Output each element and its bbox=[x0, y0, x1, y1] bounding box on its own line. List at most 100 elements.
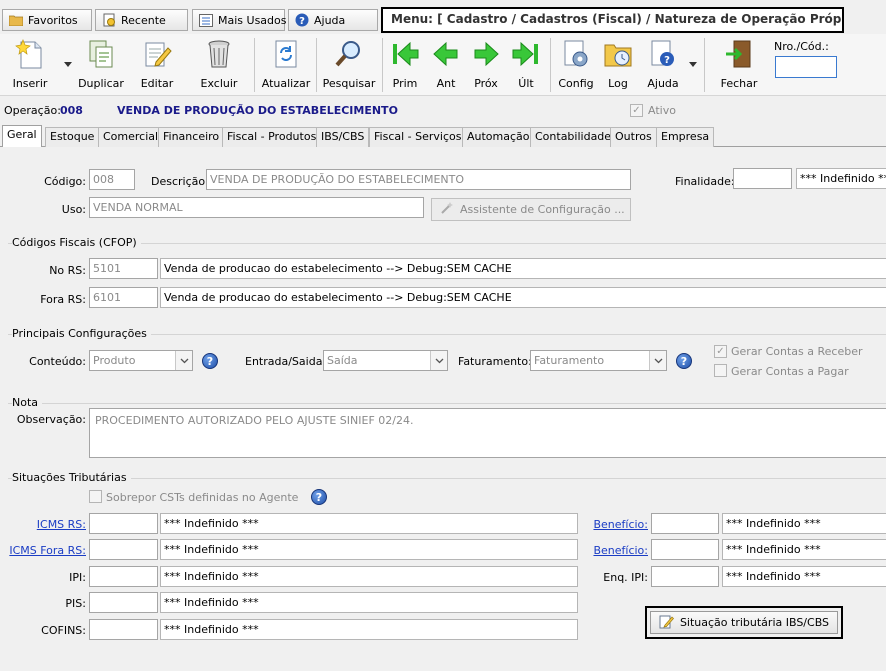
log-button[interactable]: Log bbox=[600, 36, 636, 94]
pesquisar-button[interactable]: Pesquisar bbox=[322, 36, 376, 94]
assistente-config-button[interactable]: Assistente de Configuração ... bbox=[431, 198, 631, 221]
fora-rs-desc: Venda de producao do estabelecimento -->… bbox=[160, 287, 886, 308]
refresh-icon bbox=[269, 37, 303, 71]
gerar-pagar-label: Gerar Contas a Pagar bbox=[731, 365, 849, 378]
codigo-field[interactable]: 008 bbox=[89, 169, 135, 190]
ajuda-dropdown-icon[interactable] bbox=[689, 62, 697, 67]
ativo-checkbox[interactable]: ✓ bbox=[630, 104, 643, 117]
faturamento-label: Faturamento: bbox=[458, 355, 532, 368]
favoritos-button[interactable]: Favoritos bbox=[2, 9, 92, 31]
conteudo-help-icon[interactable]: ? bbox=[202, 353, 218, 369]
beneficio-rs-field[interactable] bbox=[651, 513, 719, 534]
tab-contabilidade[interactable]: Contabilidade bbox=[530, 127, 617, 147]
config-group-title: Principais Configurações bbox=[12, 327, 151, 340]
sobrepor-checkbox[interactable] bbox=[89, 490, 102, 503]
operacao-name: VENDA DE PRODUÇÃO DO ESTABELECIMENTO bbox=[117, 104, 398, 117]
geral-panel: Código: 008 Descrição: VENDA DE PRODUÇÃO… bbox=[0, 147, 886, 671]
nro-cod-input[interactable] bbox=[775, 56, 837, 78]
toolbar-separator bbox=[550, 38, 551, 92]
editar-button[interactable]: Editar bbox=[132, 36, 182, 94]
icms-fora-rs-link[interactable]: ICMS Fora RS: bbox=[0, 544, 86, 557]
tab-estoque[interactable]: Estoque bbox=[45, 127, 100, 147]
descricao-label: Descrição: bbox=[151, 175, 209, 188]
tab-financeiro[interactable]: Financeiro bbox=[158, 127, 225, 147]
inserir-button[interactable]: Inserir bbox=[4, 36, 56, 94]
svg-text:?: ? bbox=[299, 16, 305, 27]
ajuda-top-button[interactable]: ? Ajuda bbox=[288, 9, 378, 31]
duplicar-button[interactable]: Duplicar bbox=[76, 36, 126, 94]
conteudo-select[interactable]: Produto bbox=[89, 350, 193, 371]
ult-button[interactable]: Últ bbox=[507, 36, 545, 94]
recente-button[interactable]: Recente bbox=[95, 9, 188, 31]
menu-path: Menu: [ Cadastro / Cadastros (Fiscal) / … bbox=[381, 7, 844, 33]
fora-rs-code[interactable]: 6101 bbox=[89, 287, 158, 308]
cofins-field[interactable] bbox=[89, 619, 158, 640]
prim-button[interactable]: Prim bbox=[386, 36, 424, 94]
tab-bar: Geral Estoque Comercial Financeiro Fisca… bbox=[0, 125, 886, 148]
gerar-receber-label: Gerar Contas a Receber bbox=[731, 345, 863, 358]
descricao-field[interactable]: VENDA DE PRODUÇÃO DO ESTABELECIMENTO bbox=[206, 169, 631, 190]
tab-geral[interactable]: Geral bbox=[2, 125, 42, 148]
observacao-label: Observação: bbox=[16, 413, 86, 426]
enq-ipi-field[interactable] bbox=[651, 566, 719, 587]
svg-text:?: ? bbox=[664, 55, 670, 66]
gerar-receber-checkbox[interactable]: ✓ bbox=[714, 345, 727, 358]
wizard-icon bbox=[440, 201, 454, 218]
new-document-icon bbox=[13, 37, 47, 71]
observacao-field[interactable]: PROCEDIMENTO AUTORIZADO PELO AJUSTE SINI… bbox=[89, 408, 886, 458]
ipi-field[interactable] bbox=[89, 566, 158, 587]
chevron-down-icon bbox=[175, 351, 192, 370]
toolbar-separator bbox=[254, 38, 255, 92]
beneficio-rs-link[interactable]: Benefício: bbox=[560, 518, 648, 531]
config-button[interactable]: Config bbox=[555, 36, 597, 94]
uso-field[interactable]: VENDA NORMAL bbox=[89, 197, 424, 218]
beneficio-fora-link[interactable]: Benefício: bbox=[560, 544, 648, 557]
tab-outros[interactable]: Outros bbox=[610, 127, 657, 147]
icms-rs-desc: *** Indefinido *** bbox=[160, 513, 578, 534]
atualizar-button[interactable]: Atualizar bbox=[260, 36, 312, 94]
nro-cod-label: Nro./Cód.: bbox=[774, 40, 829, 53]
operacao-label: Operação: bbox=[4, 104, 61, 117]
finalidade-field[interactable] bbox=[733, 168, 792, 189]
tab-comercial[interactable]: Comercial bbox=[98, 127, 164, 147]
icms-fora-rs-field[interactable] bbox=[89, 539, 158, 560]
ajuda-button[interactable]: ? Ajuda bbox=[642, 36, 684, 94]
mais-usados-button[interactable]: Mais Usados bbox=[192, 9, 286, 31]
pis-label: PIS: bbox=[65, 597, 86, 610]
tab-automacao[interactable]: Automação bbox=[462, 127, 535, 147]
tab-empresa[interactable]: Empresa bbox=[656, 127, 715, 147]
sobrepor-help-icon[interactable]: ? bbox=[311, 489, 327, 505]
exit-door-icon bbox=[722, 37, 756, 71]
icms-rs-link[interactable]: ICMS RS: bbox=[0, 518, 86, 531]
tab-ibs-cbs[interactable]: IBS/CBS bbox=[316, 127, 370, 147]
inserir-dropdown-icon[interactable] bbox=[64, 62, 72, 67]
fechar-button[interactable]: Fechar bbox=[714, 36, 764, 94]
icms-rs-field[interactable] bbox=[89, 513, 158, 534]
first-record-icon bbox=[388, 37, 422, 71]
entrada-saida-label: Entrada/Saida: bbox=[245, 355, 327, 368]
finalidade-desc: *** Indefinido ** bbox=[796, 168, 886, 189]
enq-ipi-desc: *** Indefinido *** bbox=[722, 566, 886, 587]
prox-button[interactable]: Próx bbox=[467, 36, 505, 94]
no-rs-code[interactable]: 5101 bbox=[89, 258, 158, 279]
no-rs-desc: Venda de producao do estabelecimento -->… bbox=[160, 258, 886, 279]
ant-button[interactable]: Ant bbox=[427, 36, 465, 94]
nota-group-line bbox=[8, 403, 886, 404]
beneficio-fora-desc: *** Indefinido *** bbox=[722, 539, 886, 560]
toolbar-separator bbox=[382, 38, 383, 92]
next-record-icon bbox=[469, 37, 503, 71]
finalidade-label: Finalidade: bbox=[675, 175, 735, 188]
excluir-button[interactable]: Excluir bbox=[194, 36, 244, 94]
beneficio-fora-field[interactable] bbox=[651, 539, 719, 560]
tab-fiscal-produtos[interactable]: Fiscal - Produtos bbox=[222, 127, 322, 147]
situacao-ibs-cbs-button[interactable]: Situação tributária IBS/CBS bbox=[645, 606, 843, 639]
pis-field[interactable] bbox=[89, 592, 158, 613]
help-icon: ? bbox=[295, 13, 309, 27]
entrada-saida-select[interactable]: Saída bbox=[323, 350, 448, 371]
faturamento-select[interactable]: Faturamento bbox=[530, 350, 667, 371]
beneficio-rs-desc: *** Indefinido *** bbox=[722, 513, 886, 534]
tab-fiscal-servicos[interactable]: Fiscal - Serviços bbox=[369, 127, 467, 147]
favorites-bar: Favoritos Recente Mais Usados ? Ajuda Me… bbox=[0, 0, 886, 34]
gerar-pagar-checkbox[interactable] bbox=[714, 364, 727, 377]
faturamento-help-icon[interactable]: ? bbox=[676, 353, 692, 369]
